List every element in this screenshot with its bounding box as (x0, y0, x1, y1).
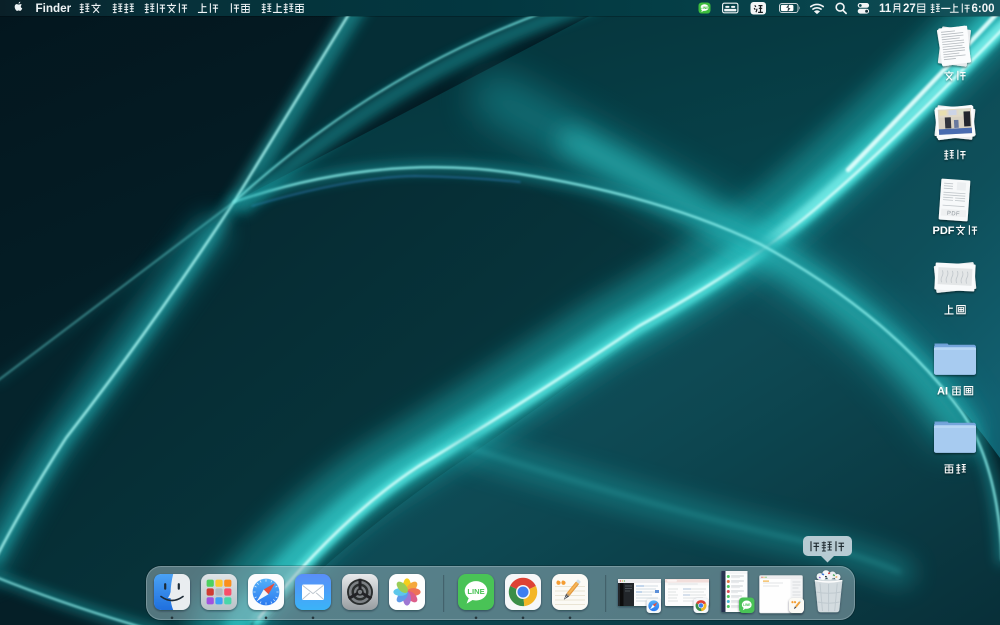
svg-text:PDF: PDF (947, 211, 960, 218)
svg-text:Finder: Finder (36, 2, 72, 15)
svg-text:PDF: PDF (933, 225, 955, 237)
svg-text:LINE: LINE (467, 587, 484, 596)
svg-text:11: 11 (879, 3, 892, 15)
svg-text:LINE: LINE (700, 6, 709, 10)
svg-text:AI: AI (937, 386, 948, 398)
svg-text:27: 27 (903, 3, 916, 15)
svg-text:LINE: LINE (743, 603, 750, 607)
svg-text:6:00: 6:00 (972, 3, 995, 15)
